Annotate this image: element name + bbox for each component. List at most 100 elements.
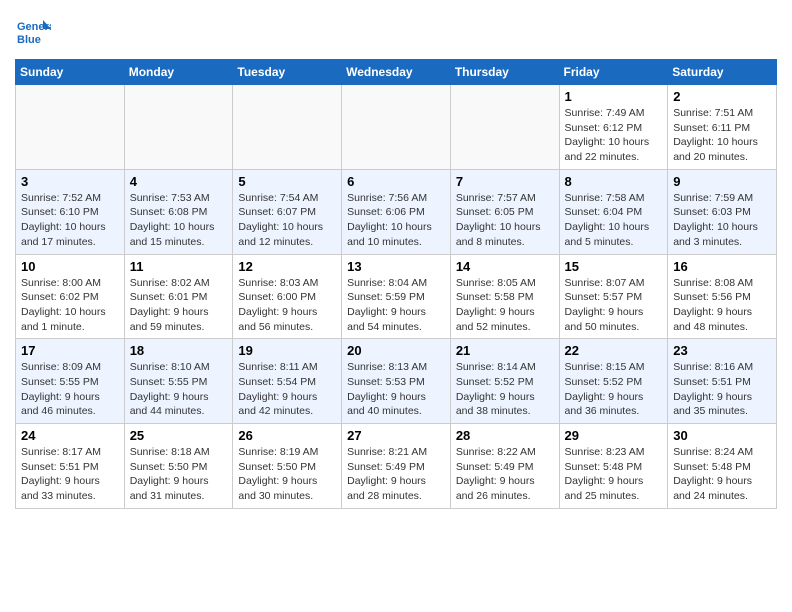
day-info: Sunrise: 8:13 AM Sunset: 5:53 PM Dayligh… (347, 360, 445, 419)
weekday-header-tuesday: Tuesday (233, 60, 342, 85)
calendar-cell: 28 Sunrise: 8:22 AM Sunset: 5:49 PM Dayli… (450, 424, 559, 509)
day-info: Sunrise: 8:17 AM Sunset: 5:51 PM Dayligh… (21, 445, 119, 504)
weekday-header-wednesday: Wednesday (342, 60, 451, 85)
calendar-cell: 24Sunrise: 8:17 AM Sunset: 5:51 PM Dayli… (16, 424, 125, 509)
day-number: 12 (238, 259, 336, 274)
day-number: 21 (456, 343, 554, 358)
day-info: Sunrise: 7:52 AM Sunset: 6:10 PM Dayligh… (21, 191, 119, 250)
day-number: 7 (456, 174, 554, 189)
day-info: Sunrise: 8:11 AM Sunset: 5:54 PM Dayligh… (238, 360, 336, 419)
day-info: Sunrise: 7:58 AM Sunset: 6:04 PM Dayligh… (565, 191, 663, 250)
weekday-header-saturday: Saturday (668, 60, 777, 85)
calendar-cell: 2 Sunrise: 7:51 AM Sunset: 6:11 PM Daylig… (668, 85, 777, 170)
logo-icon: General Blue (15, 15, 51, 51)
day-number: 10 (21, 259, 119, 274)
day-number: 1 (565, 89, 663, 104)
day-number: 26 (238, 428, 336, 443)
day-number: 15 (565, 259, 663, 274)
calendar-cell: 7Sunrise: 7:57 AM Sunset: 6:05 PM Daylig… (450, 169, 559, 254)
weekday-header-row: SundayMondayTuesdayWednesdayThursdayFrid… (16, 60, 777, 85)
day-info: Sunrise: 8:02 AM Sunset: 6:01 PM Dayligh… (130, 276, 228, 335)
day-info: Sunrise: 7:51 AM Sunset: 6:11 PM Dayligh… (673, 106, 771, 165)
day-number: 14 (456, 259, 554, 274)
day-info: Sunrise: 8:24 AM Sunset: 5:48 PM Dayligh… (673, 445, 771, 504)
day-number: 2 (673, 89, 771, 104)
calendar-cell: 18 Sunrise: 8:10 AM Sunset: 5:55 PM Dayli… (124, 339, 233, 424)
day-info: Sunrise: 8:14 AM Sunset: 5:52 PM Dayligh… (456, 360, 554, 419)
week-row-4: 17 Sunrise: 8:09 AM Sunset: 5:55 PM Dayli… (16, 339, 777, 424)
day-info: Sunrise: 7:49 AM Sunset: 6:12 PM Dayligh… (565, 106, 663, 165)
calendar-cell: 11 Sunrise: 8:02 AM Sunset: 6:01 PM Dayli… (124, 254, 233, 339)
day-info: Sunrise: 8:10 AM Sunset: 5:55 PM Dayligh… (130, 360, 228, 419)
day-number: 6 (347, 174, 445, 189)
day-info: Sunrise: 8:00 AM Sunset: 6:02 PM Dayligh… (21, 276, 119, 335)
week-row-3: 10 Sunrise: 8:00 AM Sunset: 6:02 PM Dayli… (16, 254, 777, 339)
calendar-table: SundayMondayTuesdayWednesdayThursdayFrid… (15, 59, 777, 509)
day-number: 28 (456, 428, 554, 443)
week-row-5: 24Sunrise: 8:17 AM Sunset: 5:51 PM Dayli… (16, 424, 777, 509)
day-number: 13 (347, 259, 445, 274)
logo: General Blue (15, 15, 55, 51)
calendar-cell: 14 Sunrise: 8:05 AM Sunset: 5:58 PM Dayli… (450, 254, 559, 339)
calendar-cell: 12 Sunrise: 8:03 AM Sunset: 6:00 PM Dayli… (233, 254, 342, 339)
calendar-cell: 21 Sunrise: 8:14 AM Sunset: 5:52 PM Dayli… (450, 339, 559, 424)
calendar-cell (342, 85, 451, 170)
weekday-header-thursday: Thursday (450, 60, 559, 85)
day-info: Sunrise: 8:09 AM Sunset: 5:55 PM Dayligh… (21, 360, 119, 419)
calendar-cell: 30 Sunrise: 8:24 AM Sunset: 5:48 PM Dayli… (668, 424, 777, 509)
calendar-cell: 19 Sunrise: 8:11 AM Sunset: 5:54 PM Dayli… (233, 339, 342, 424)
day-info: Sunrise: 8:22 AM Sunset: 5:49 PM Dayligh… (456, 445, 554, 504)
day-number: 11 (130, 259, 228, 274)
calendar-cell: 16 Sunrise: 8:08 AM Sunset: 5:56 PM Dayli… (668, 254, 777, 339)
calendar-cell (124, 85, 233, 170)
calendar-cell (233, 85, 342, 170)
day-number: 19 (238, 343, 336, 358)
calendar-cell: 10 Sunrise: 8:00 AM Sunset: 6:02 PM Dayli… (16, 254, 125, 339)
day-number: 3 (21, 174, 119, 189)
day-info: Sunrise: 8:07 AM Sunset: 5:57 PM Dayligh… (565, 276, 663, 335)
week-row-2: 3 Sunrise: 7:52 AM Sunset: 6:10 PM Daylig… (16, 169, 777, 254)
calendar-cell: 3 Sunrise: 7:52 AM Sunset: 6:10 PM Daylig… (16, 169, 125, 254)
day-info: Sunrise: 8:15 AM Sunset: 5:52 PM Dayligh… (565, 360, 663, 419)
calendar-cell: 4Sunrise: 7:53 AM Sunset: 6:08 PM Daylig… (124, 169, 233, 254)
weekday-header-monday: Monday (124, 60, 233, 85)
svg-text:Blue: Blue (17, 34, 41, 46)
weekday-header-sunday: Sunday (16, 60, 125, 85)
calendar-cell: 27 Sunrise: 8:21 AM Sunset: 5:49 PM Dayli… (342, 424, 451, 509)
day-number: 23 (673, 343, 771, 358)
day-info: Sunrise: 8:21 AM Sunset: 5:49 PM Dayligh… (347, 445, 445, 504)
calendar-cell: 26Sunrise: 8:19 AM Sunset: 5:50 PM Dayli… (233, 424, 342, 509)
calendar-cell: 22Sunrise: 8:15 AM Sunset: 5:52 PM Dayli… (559, 339, 668, 424)
week-row-1: 1 Sunrise: 7:49 AM Sunset: 6:12 PM Daylig… (16, 85, 777, 170)
day-info: Sunrise: 7:53 AM Sunset: 6:08 PM Dayligh… (130, 191, 228, 250)
calendar-cell: 20 Sunrise: 8:13 AM Sunset: 5:53 PM Dayli… (342, 339, 451, 424)
day-number: 20 (347, 343, 445, 358)
day-number: 29 (565, 428, 663, 443)
page-header: General Blue (15, 15, 777, 51)
weekday-header-friday: Friday (559, 60, 668, 85)
calendar-cell: 23 Sunrise: 8:16 AM Sunset: 5:51 PM Dayli… (668, 339, 777, 424)
day-number: 17 (21, 343, 119, 358)
day-info: Sunrise: 8:18 AM Sunset: 5:50 PM Dayligh… (130, 445, 228, 504)
calendar-cell: 29Sunrise: 8:23 AM Sunset: 5:48 PM Dayli… (559, 424, 668, 509)
day-number: 5 (238, 174, 336, 189)
day-info: Sunrise: 8:16 AM Sunset: 5:51 PM Dayligh… (673, 360, 771, 419)
calendar-cell: 25 Sunrise: 8:18 AM Sunset: 5:50 PM Dayli… (124, 424, 233, 509)
calendar-cell (450, 85, 559, 170)
day-info: Sunrise: 8:03 AM Sunset: 6:00 PM Dayligh… (238, 276, 336, 335)
day-info: Sunrise: 8:08 AM Sunset: 5:56 PM Dayligh… (673, 276, 771, 335)
day-info: Sunrise: 8:05 AM Sunset: 5:58 PM Dayligh… (456, 276, 554, 335)
calendar-cell: 13 Sunrise: 8:04 AM Sunset: 5:59 PM Dayli… (342, 254, 451, 339)
day-info: Sunrise: 8:04 AM Sunset: 5:59 PM Dayligh… (347, 276, 445, 335)
day-number: 9 (673, 174, 771, 189)
day-number: 25 (130, 428, 228, 443)
day-number: 16 (673, 259, 771, 274)
calendar-cell: 17 Sunrise: 8:09 AM Sunset: 5:55 PM Dayli… (16, 339, 125, 424)
day-number: 18 (130, 343, 228, 358)
day-number: 27 (347, 428, 445, 443)
day-info: Sunrise: 7:59 AM Sunset: 6:03 PM Dayligh… (673, 191, 771, 250)
day-info: Sunrise: 7:56 AM Sunset: 6:06 PM Dayligh… (347, 191, 445, 250)
day-number: 30 (673, 428, 771, 443)
day-info: Sunrise: 7:54 AM Sunset: 6:07 PM Dayligh… (238, 191, 336, 250)
calendar-cell: 5 Sunrise: 7:54 AM Sunset: 6:07 PM Daylig… (233, 169, 342, 254)
